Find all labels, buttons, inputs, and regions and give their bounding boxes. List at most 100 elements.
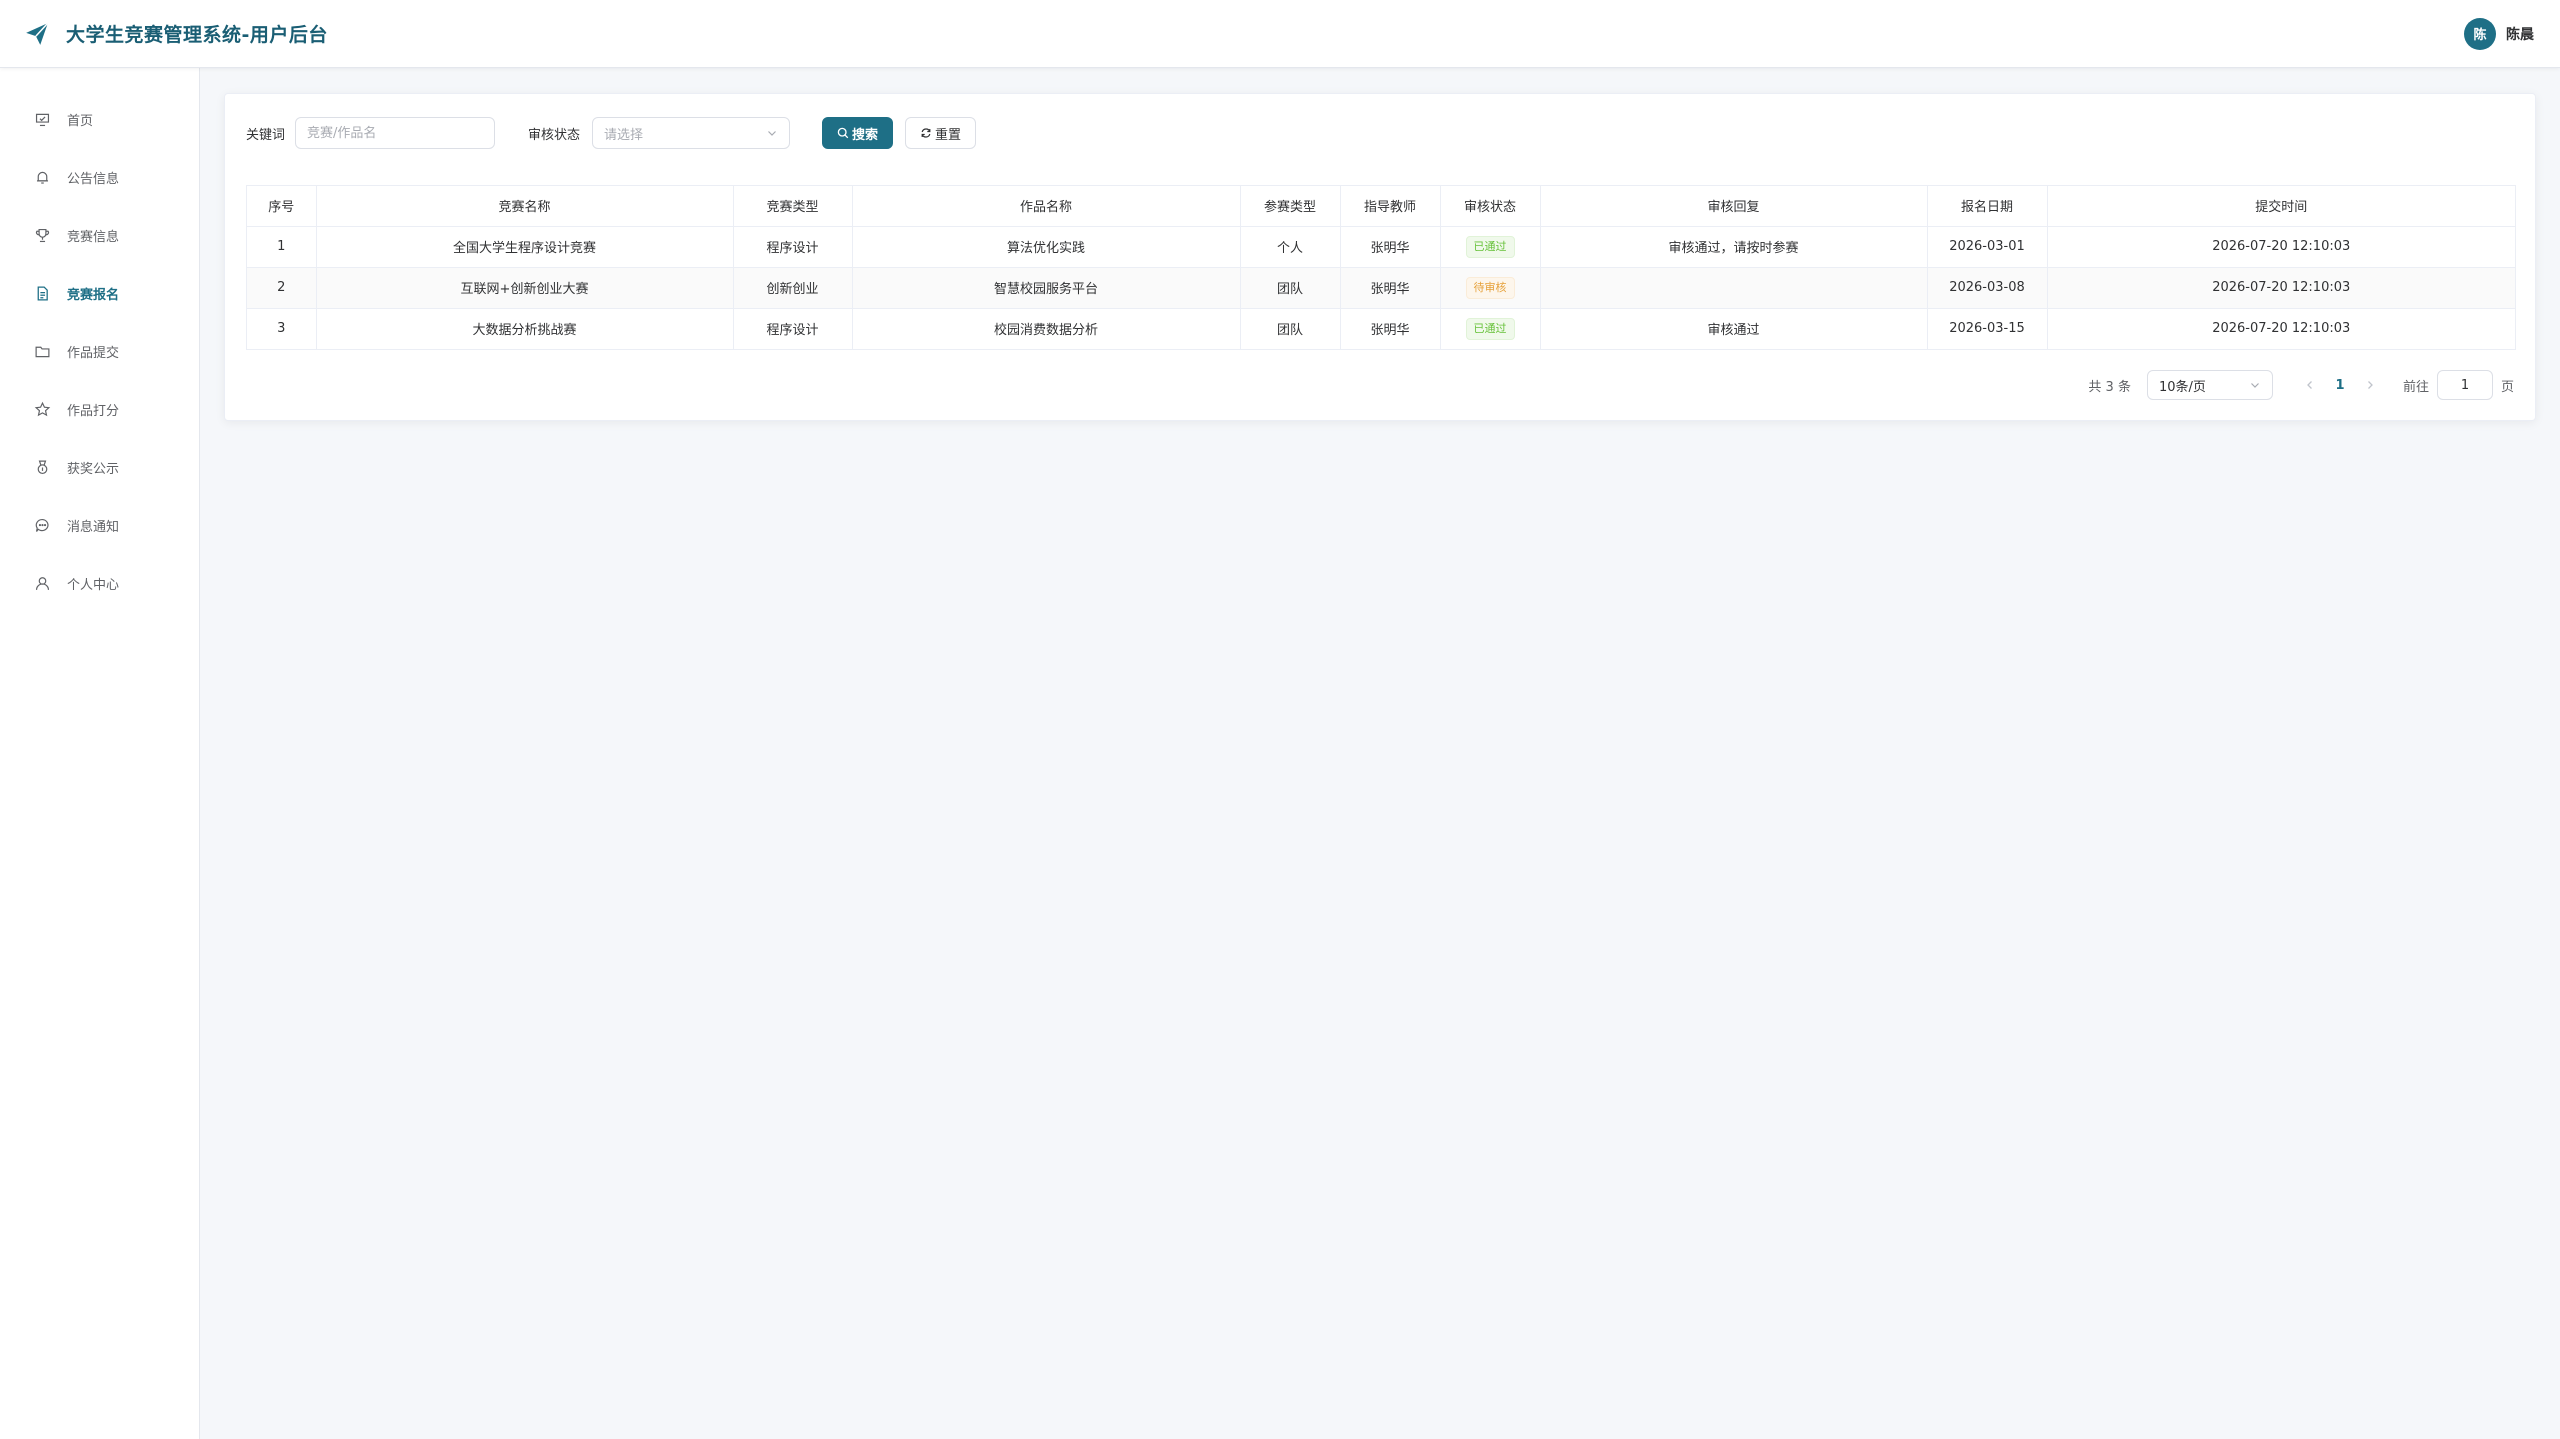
registration-table: 序号 竞赛名称 竞赛类型 作品名称 参赛类型 指导教师 审核状态 审核回复 报名… <box>246 185 2516 350</box>
status-label: 审核状态 <box>528 127 581 143</box>
cell-type: 创新创业 <box>733 267 853 309</box>
cell-date: 2026-03-08 <box>1927 267 2048 309</box>
sidebar-item-registration[interactable]: 竞赛报名 <box>0 264 199 322</box>
sidebar-item-profile[interactable]: 个人中心 <box>0 554 199 612</box>
sidebar: 首页 公告信息 竞赛信息 竞赛报名 作品提交 作品打分 获奖公示 消息通知 个人… <box>0 68 200 1439</box>
cell-index: 2 <box>247 267 317 309</box>
brand[interactable]: 大学生竞赛管理系统-用户后台 <box>24 20 328 47</box>
refresh-icon <box>921 128 931 138</box>
sidebar-item-label: 竞赛报名 <box>67 287 120 303</box>
user-icon <box>35 576 50 590</box>
status-select[interactable]: 请选择 <box>592 117 791 149</box>
sidebar-item-label: 个人中心 <box>67 577 120 593</box>
cell-participation: 个人 <box>1240 226 1341 268</box>
cell-submitted: 2026-07-20 12:10:03 <box>2047 308 2515 350</box>
search-button-label: 搜索 <box>852 127 879 143</box>
sidebar-item-label: 作品打分 <box>67 403 120 419</box>
sidebar-item-label: 竞赛信息 <box>67 229 120 245</box>
column-header-participation: 参赛类型 <box>1240 186 1341 227</box>
folder-icon <box>35 346 50 357</box>
sidebar-item-label: 消息通知 <box>67 519 120 535</box>
cell-work: 校园消费数据分析 <box>852 308 1241 350</box>
search-bar: 关键词 审核状态 请选择 搜索 重置 <box>246 116 977 150</box>
table-row[interactable]: 2 互联网+创新创业大赛 创新创业 智慧校园服务平台 团队 张明华 待审核 20… <box>247 267 2515 309</box>
chevron-down-icon <box>768 131 776 136</box>
column-header-type: 竞赛类型 <box>733 186 853 227</box>
page-suffix: 页 <box>2500 379 2514 395</box>
top-header: 大学生竞赛管理系统-用户后台 陈 陈晨 <box>0 0 2560 68</box>
cell-competition: 全国大学生程序设计竞赛 <box>316 226 734 268</box>
cell-reply <box>1540 267 1928 309</box>
goto-page-input[interactable] <box>2436 370 2493 400</box>
sidebar-item-submission[interactable]: 作品提交 <box>0 322 199 380</box>
cell-teacher: 张明华 <box>1340 226 1441 268</box>
cell-work: 智慧校园服务平台 <box>852 267 1241 309</box>
reset-button-label: 重置 <box>935 127 962 143</box>
chevron-right-icon <box>2368 381 2373 389</box>
table-header-row: 序号 竞赛名称 竞赛类型 作品名称 参赛类型 指导教师 审核状态 审核回复 报名… <box>247 186 2515 227</box>
cell-reply: 审核通过 <box>1540 308 1928 350</box>
cell-competition: 互联网+创新创业大赛 <box>316 267 734 309</box>
cell-date: 2026-03-15 <box>1927 308 2048 350</box>
sidebar-item-label: 作品提交 <box>67 345 120 361</box>
sidebar-item-label: 公告信息 <box>67 171 120 187</box>
column-header-work: 作品名称 <box>852 186 1241 227</box>
chat-icon <box>35 518 49 532</box>
keyword-input[interactable] <box>295 117 496 149</box>
column-header-submitted: 提交时间 <box>2047 186 2515 227</box>
column-header-date: 报名日期 <box>1927 186 2048 227</box>
page-number[interactable]: 1 <box>2325 378 2355 393</box>
search-button[interactable]: 搜索 <box>822 117 894 149</box>
sidebar-item-label: 首页 <box>67 113 94 129</box>
status-badge: 已通过 <box>1465 317 1515 340</box>
column-header-reply: 审核回复 <box>1540 186 1928 227</box>
cell-type: 程序设计 <box>733 226 853 268</box>
sidebar-item-label: 获奖公示 <box>67 461 120 477</box>
chevron-left-icon <box>2307 381 2312 389</box>
sidebar-item-notice[interactable]: 公告信息 <box>0 148 199 206</box>
cell-submitted: 2026-07-20 12:10:03 <box>2047 267 2515 309</box>
sidebar-item-scoring[interactable]: 作品打分 <box>0 380 199 438</box>
keyword-label: 关键词 <box>246 127 286 143</box>
cell-competition: 大数据分析挑战赛 <box>316 308 734 350</box>
cell-status: 已通过 <box>1440 226 1541 268</box>
cell-submitted: 2026-07-20 12:10:03 <box>2047 226 2515 268</box>
sidebar-item-competition[interactable]: 竞赛信息 <box>0 206 199 264</box>
registration-card: 关键词 审核状态 请选择 搜索 重置 序号 竞赛名称 竞赛类型 <box>224 93 2536 421</box>
paper-plane-icon <box>26 22 49 45</box>
document-icon <box>37 285 48 301</box>
cell-participation: 团队 <box>1240 308 1341 350</box>
column-header-competition: 竞赛名称 <box>316 186 734 227</box>
column-header-index: 序号 <box>247 186 317 227</box>
cell-participation: 团队 <box>1240 267 1341 309</box>
column-header-teacher: 指导教师 <box>1340 186 1441 227</box>
cell-status: 已通过 <box>1440 308 1541 350</box>
bell-icon <box>36 171 49 184</box>
sidebar-item-messages[interactable]: 消息通知 <box>0 496 199 554</box>
app-title: 大学生竞赛管理系统-用户后台 <box>66 24 328 46</box>
sidebar-item-home[interactable]: 首页 <box>0 90 199 148</box>
user-name[interactable]: 陈晨 <box>2506 24 2534 44</box>
page-size-select[interactable]: 10条/页 <box>2146 370 2273 400</box>
prev-page-button[interactable] <box>2295 370 2325 400</box>
next-page-button[interactable] <box>2355 370 2385 400</box>
cell-teacher: 张明华 <box>1340 308 1441 350</box>
status-badge: 已通过 <box>1465 235 1515 258</box>
pagination: 共 3 条 10条/页 1 前往 页 <box>2088 369 2514 401</box>
cell-index: 1 <box>247 226 317 268</box>
table-row[interactable]: 3 大数据分析挑战赛 程序设计 校园消费数据分析 团队 张明华 已通过 审核通过… <box>247 308 2515 350</box>
avatar[interactable]: 陈 <box>2464 17 2496 50</box>
page-size-value: 10条/页 <box>2158 379 2206 395</box>
chevron-down-icon <box>2251 383 2259 388</box>
user-menu[interactable]: 陈 陈晨 <box>2464 17 2534 50</box>
home-icon <box>35 113 50 126</box>
cell-work: 算法优化实践 <box>852 226 1241 268</box>
cell-reply: 审核通过，请按时参赛 <box>1540 226 1928 268</box>
status-select-placeholder: 请选择 <box>604 127 644 143</box>
table-row[interactable]: 1 全国大学生程序设计竞赛 程序设计 算法优化实践 个人 张明华 已通过 审核通… <box>247 226 2515 268</box>
reset-button[interactable]: 重置 <box>905 117 977 149</box>
status-badge: 待审核 <box>1465 276 1515 299</box>
sidebar-item-awards[interactable]: 获奖公示 <box>0 438 199 496</box>
cell-date: 2026-03-01 <box>1927 226 2048 268</box>
page-jumper: 前往 页 <box>2403 370 2514 400</box>
